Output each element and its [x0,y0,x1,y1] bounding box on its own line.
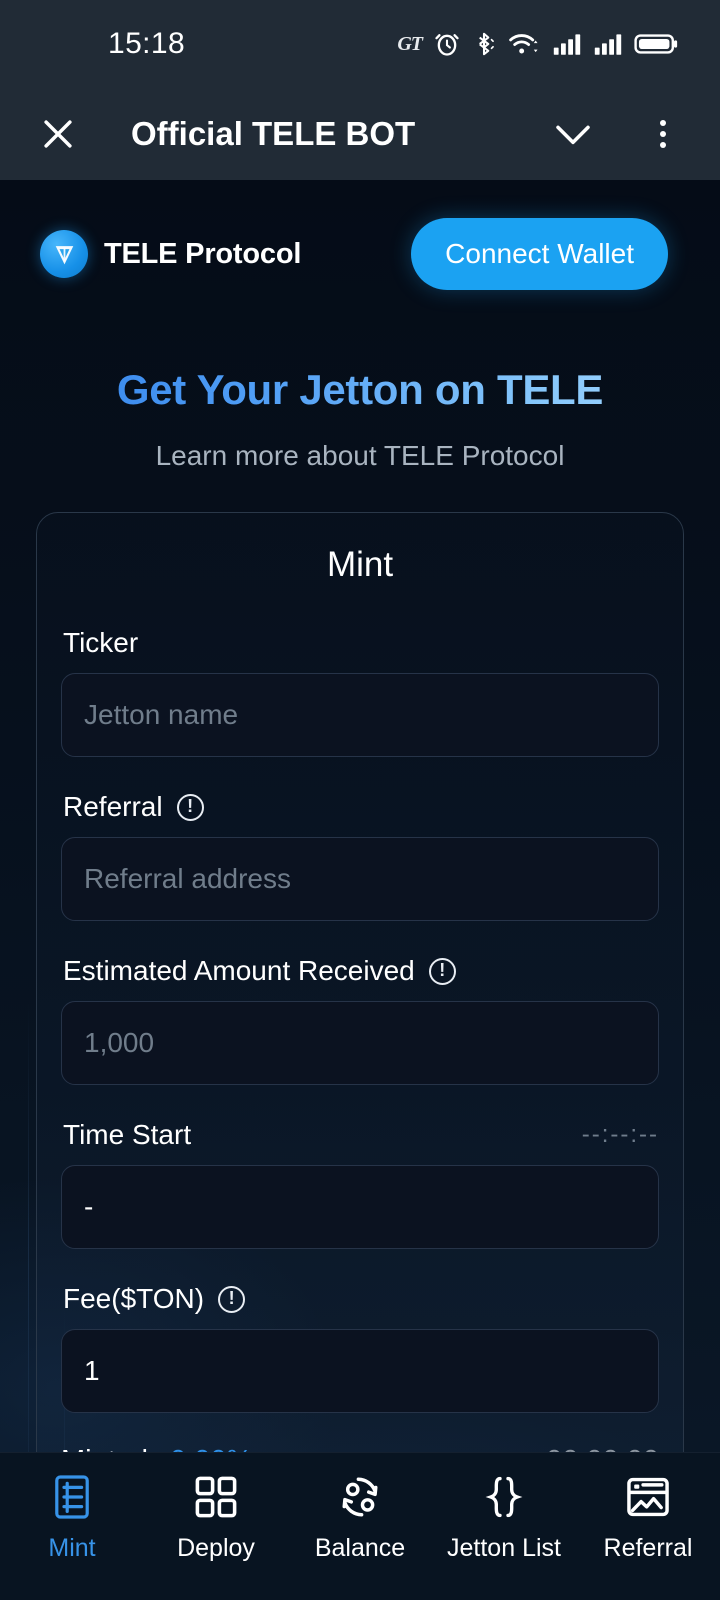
mint-card-title: Mint [326,545,394,584]
battery-icon [634,34,678,54]
signal-icon [594,34,622,55]
report-chart-icon [625,1473,671,1521]
nav-label: Mint [48,1534,96,1562]
more-options-button[interactable] [640,111,686,157]
ticker-input[interactable]: Jetton name [61,673,659,757]
nav-item-mint[interactable]: Mint [0,1473,144,1563]
page-title: Official TELE BOT [131,115,416,152]
collapse-button[interactable] [550,111,596,157]
app-root: 15:18 GT Official TELE BOT TELE Protocol… [0,0,720,1600]
app-header: Official TELE BOT [0,88,720,180]
close-button[interactable] [30,106,86,162]
minted-percent: 0.00% [170,1445,252,1452]
nav-label: Deploy [177,1534,255,1562]
nav-label: Jetton List [447,1534,561,1562]
page-content: TELE Protocol Connect Wallet Get Your Je… [0,180,720,1452]
info-icon[interactable]: ! [428,957,456,985]
nav-label: Referral [603,1534,693,1562]
field-label-row: Fee($TON) ! [61,1283,659,1315]
minted-status-row: Minted 0.00% 00:00:00 [59,1421,661,1452]
status-clock: 15:18 [108,27,186,60]
brand-row: TELE Protocol Connect Wallet [0,180,720,290]
status-icon-tray: GT [397,30,678,58]
signal-icon [553,34,581,55]
wifi-icon [509,34,538,54]
brand-name: TELE Protocol [104,237,302,270]
field-fee: Fee($TON) ! 1 [61,1283,659,1413]
field-label-row: Time Start --:--:-- [61,1119,659,1151]
nav-label: Balance [314,1534,406,1562]
hero-title: Get Your Jetton on TELE [0,366,720,414]
fee-input[interactable]: 1 [61,1329,659,1413]
minted-countdown: 00:00:00 [546,1445,659,1452]
mint-card: Mint Ticker Jetton name Referral ! Refer… [36,512,684,1452]
field-label: Referral [63,791,163,822]
field-label-row: Referral ! [61,791,659,823]
info-icon[interactable]: ! [218,1285,246,1313]
field-label-row: Estimated Amount Received ! [61,955,659,987]
info-icon[interactable]: ! [176,793,204,821]
field-label: Ticker [63,627,139,658]
status-bar: 15:18 GT [0,0,720,88]
time-start-countdown: --:--:-- [581,1121,659,1148]
nav-item-deploy[interactable]: Deploy [144,1473,288,1563]
exchange-circle-icon [337,1473,383,1521]
hero-subtitle-link[interactable]: Learn more about TELE Protocol [0,440,720,472]
estimated-amount-input[interactable]: 1,000 [61,1001,659,1085]
field-estimated-amount: Estimated Amount Received ! 1,000 [61,955,659,1085]
more-options-icon [660,120,666,148]
field-referral: Referral ! Referral address [61,791,659,921]
bottom-navigation: Mint Deploy Balance Jetton List Referral [0,1452,720,1600]
field-label: Fee($TON) [63,1283,205,1314]
header-actions [550,111,686,157]
close-icon [44,120,72,148]
field-label: Estimated Amount Received [63,955,415,986]
bluetooth-icon [479,32,494,56]
connect-wallet-button[interactable]: Connect Wallet [411,218,668,290]
field-ticker: Ticker Jetton name [61,627,659,757]
carrier-label: GT [397,32,423,55]
curly-braces-icon [482,1473,526,1521]
nav-item-balance[interactable]: Balance [288,1473,432,1563]
nav-item-jetton-list[interactable]: Jetton List [432,1473,576,1563]
field-label: Time Start [63,1119,192,1150]
time-start-input[interactable]: - [61,1165,659,1249]
field-label-row: Ticker [61,627,659,659]
tele-protocol-logo-icon [40,230,88,278]
hero-section: Get Your Jetton on TELE Learn more about… [0,366,720,472]
grid-squares-icon [194,1473,238,1521]
nav-item-referral[interactable]: Referral [576,1473,720,1563]
minted-label: Minted [61,1445,148,1452]
alarm-icon [435,34,459,56]
referral-input[interactable]: Referral address [61,837,659,921]
mint-form-icon [51,1473,93,1521]
chevron-down-icon [556,125,590,145]
field-time-start: Time Start --:--:-- - [61,1119,659,1249]
brand-logo-group: TELE Protocol [40,230,301,278]
